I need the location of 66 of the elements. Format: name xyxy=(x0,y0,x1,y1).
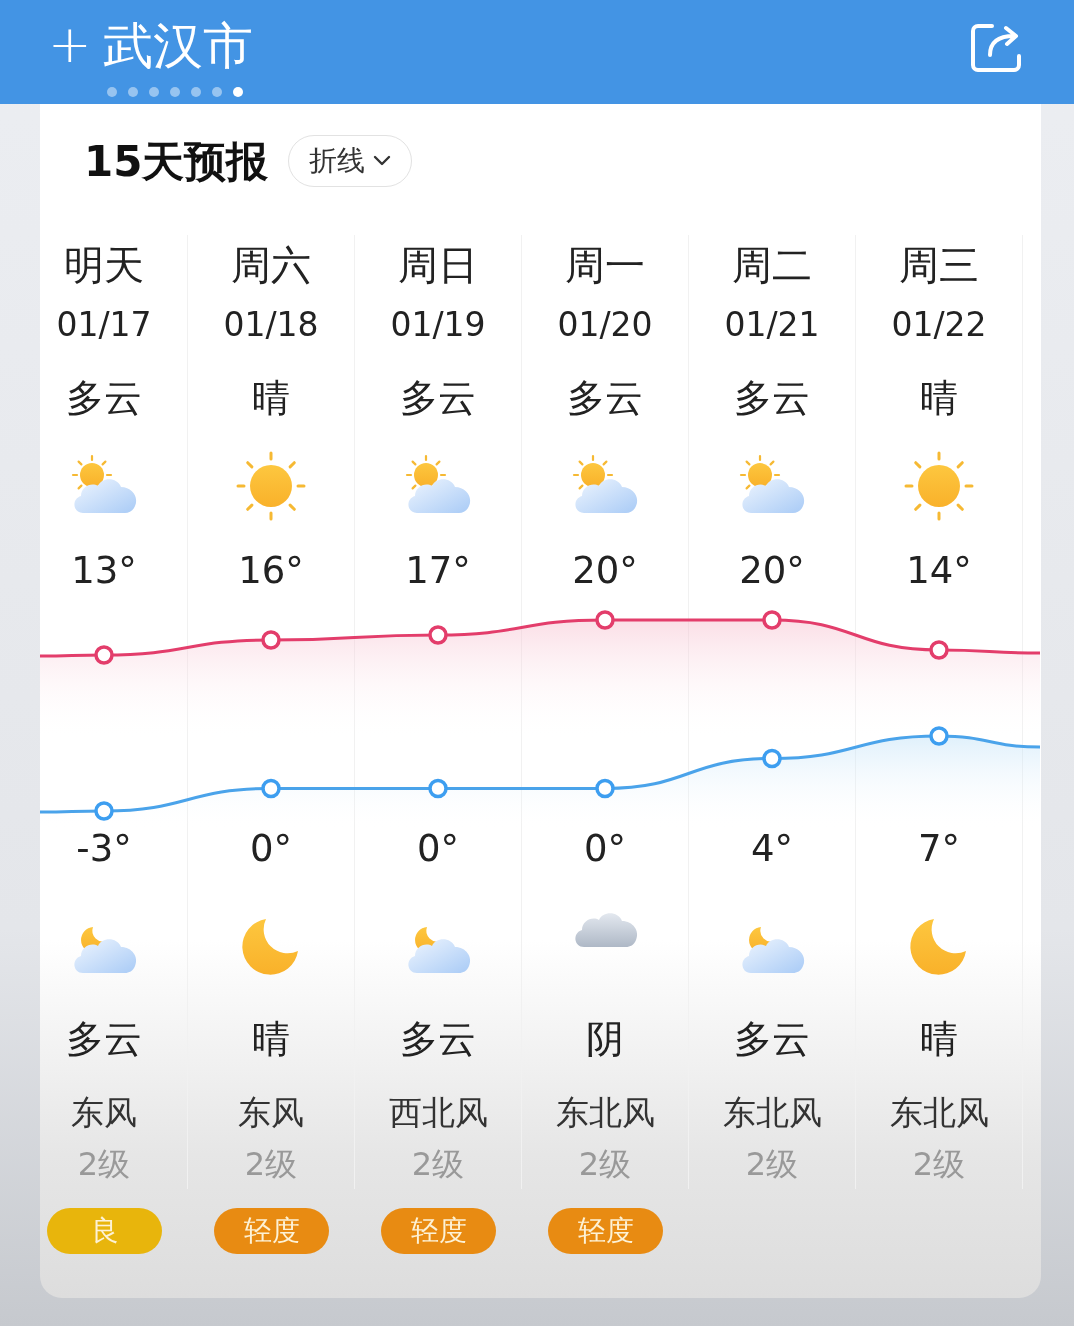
night-condition: 阴 xyxy=(586,1016,624,1063)
chevron-icon xyxy=(373,155,392,167)
low-temperature: -3° xyxy=(76,831,132,867)
day-date: 01/18 xyxy=(223,304,319,346)
forecast-title: 15天预报 xyxy=(84,136,269,188)
high-temperature: 20° xyxy=(572,548,638,594)
night-condition: 晴 xyxy=(252,1016,290,1063)
share-icon[interactable] xyxy=(970,22,1024,74)
air-quality-badge: 轻度 xyxy=(548,1208,663,1254)
wind-direction: 东北风 xyxy=(555,1092,655,1134)
day-condition: 多云 xyxy=(400,375,476,422)
air-quality-badge: 轻度 xyxy=(214,1208,329,1254)
wind-level: 2级 xyxy=(578,1144,632,1185)
day-condition: 多云 xyxy=(66,375,142,422)
wind-level: 2级 xyxy=(745,1144,799,1185)
low-temperature: 0° xyxy=(583,831,626,867)
low-temperature: 7° xyxy=(917,831,960,867)
page-dot[interactable] xyxy=(212,87,222,97)
day-name: 周三 xyxy=(899,241,979,290)
day-date: 01/22 xyxy=(891,304,987,346)
day-name: 周一 xyxy=(565,241,645,290)
day-date: 01/20 xyxy=(557,304,653,346)
high-temperature: 20° xyxy=(739,548,805,594)
wind-direction: 西北风 xyxy=(388,1092,488,1134)
day-condition: 晴 xyxy=(920,375,958,422)
night-condition: 多云 xyxy=(734,1016,810,1063)
wind-level: 2级 xyxy=(411,1144,465,1185)
page-dot[interactable] xyxy=(128,87,138,97)
day-condition: 多云 xyxy=(734,375,810,422)
night-condition: 晴 xyxy=(920,1016,958,1063)
high-temperature: 17° xyxy=(405,548,471,594)
page-dot[interactable] xyxy=(170,87,180,97)
air-quality-badge: 轻度 xyxy=(381,1208,496,1254)
page-dot[interactable] xyxy=(149,87,159,97)
page-dot[interactable] xyxy=(107,87,117,97)
high-temperature: 14° xyxy=(906,548,972,594)
high-temperature: 13° xyxy=(71,548,137,594)
night-condition: 多云 xyxy=(400,1016,476,1063)
air-quality-badge: 良 xyxy=(47,1208,162,1254)
page-dot[interactable] xyxy=(191,87,201,97)
day-date: 01/21 xyxy=(724,304,820,346)
wind-level: 2级 xyxy=(244,1144,298,1185)
day-name: 周六 xyxy=(231,241,311,290)
wind-direction: 东北风 xyxy=(722,1092,822,1134)
high-temperature: 16° xyxy=(238,548,304,594)
night-condition: 多云 xyxy=(66,1016,142,1063)
sun-icon xyxy=(236,451,306,521)
day-condition: 晴 xyxy=(252,375,290,422)
low-temperature: 0° xyxy=(416,831,459,867)
wind-direction: 东风 xyxy=(71,1092,137,1134)
sun-icon xyxy=(904,451,974,521)
low-temperature: 4° xyxy=(750,831,793,867)
day-name: 明天 xyxy=(64,241,144,290)
view-dropdown[interactable]: 折线 xyxy=(288,135,413,187)
day-date: 01/17 xyxy=(56,304,152,346)
page-dot[interactable] xyxy=(233,87,243,97)
city-name: 武汉市 xyxy=(103,16,253,76)
day-name: 周日 xyxy=(398,241,478,290)
low-temperature: 0° xyxy=(249,831,292,867)
wind-direction: 东风 xyxy=(238,1092,304,1134)
wind-direction: 东北风 xyxy=(889,1092,989,1134)
day-condition: 多云 xyxy=(567,375,643,422)
wind-level: 2级 xyxy=(912,1144,966,1185)
wind-level: 2级 xyxy=(77,1144,131,1185)
day-date: 01/19 xyxy=(390,304,486,346)
day-name: 周二 xyxy=(732,241,812,290)
